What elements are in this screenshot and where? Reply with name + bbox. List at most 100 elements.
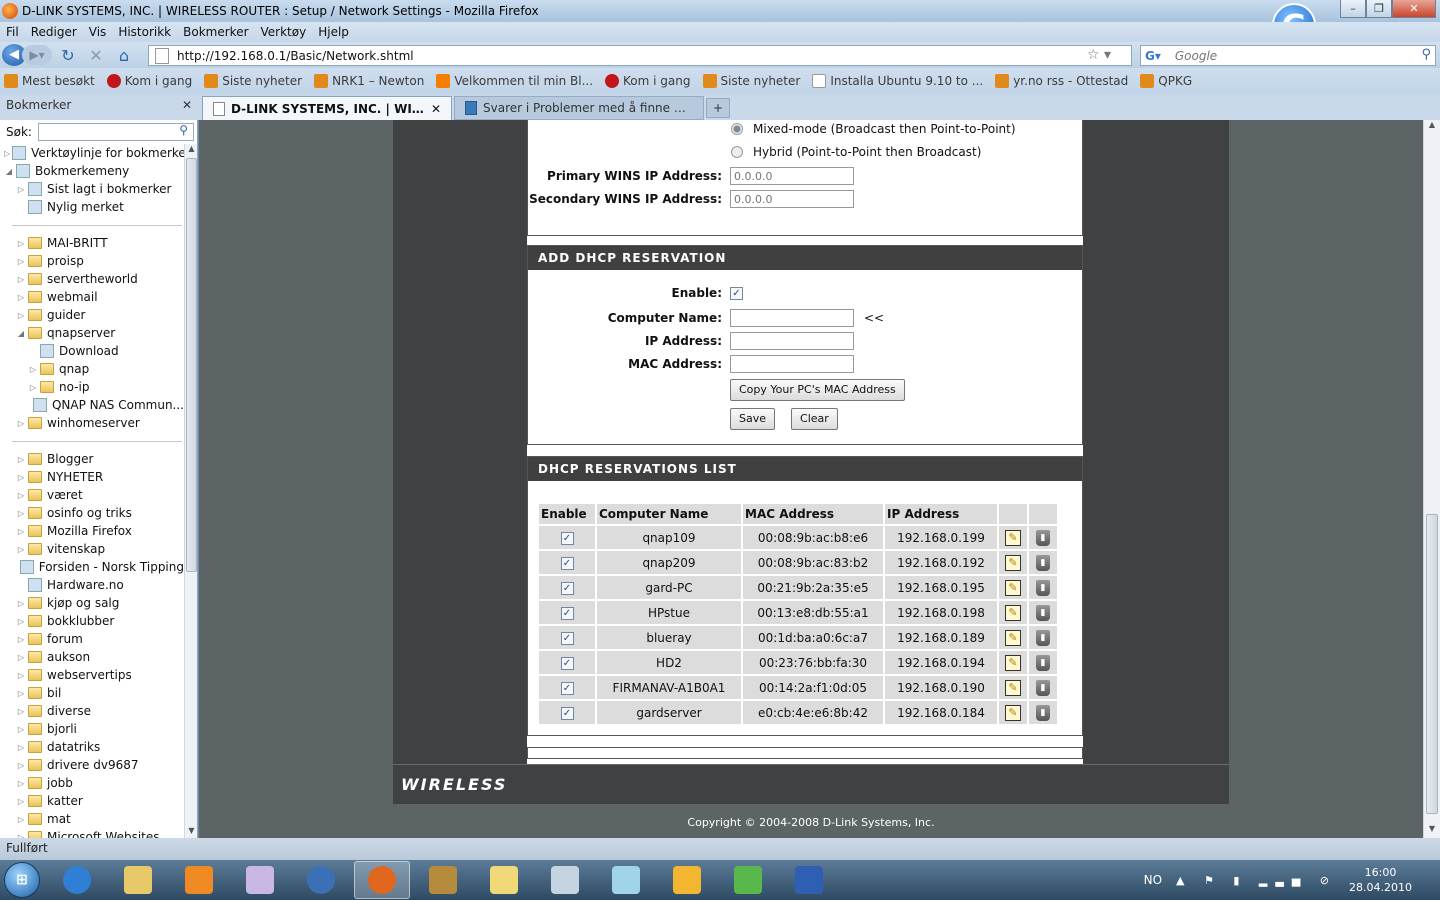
bookmark-mest-besokt[interactable]: Mest besøkt (4, 74, 95, 88)
taskbar-app-paint[interactable] (232, 861, 288, 899)
expand-arrow-icon[interactable]: ▷ (16, 671, 26, 680)
bookmark-star-icon[interactable]: ☆ ▾ (1087, 47, 1111, 63)
enable-checkbox[interactable]: ✓ (560, 707, 574, 720)
sidebar-item[interactable]: ▷ webmail (0, 288, 184, 306)
sidebar-item[interactable]: ▷ winhomeserver (0, 414, 184, 432)
sidebar-item[interactable]: ▷ kjøp og salg (0, 594, 184, 612)
sidebar-item[interactable]: ▷ jobb (0, 774, 184, 792)
taskbar-app-notes[interactable] (598, 861, 654, 899)
edit-icon[interactable]: ✎ (1005, 579, 1021, 596)
menu-fil[interactable]: Fil (6, 25, 19, 39)
taskbar-app-file-explorer[interactable] (110, 861, 166, 899)
expanded-arrow-icon[interactable]: ◢ (4, 167, 14, 176)
taskbar-app-messenger[interactable] (720, 861, 776, 899)
expand-arrow-icon[interactable]: ▷ (16, 491, 26, 500)
maximize-button[interactable]: ❐ (1366, 0, 1392, 18)
tab-svarer[interactable]: Svarer i Problemer med å finne Zyxe... (454, 96, 704, 120)
sidebar-item[interactable]: Forsiden - Norsk Tipping (0, 558, 184, 576)
menu-historikk[interactable]: Historikk (118, 25, 171, 39)
language-indicator[interactable]: NO (1144, 873, 1162, 887)
minimize-button[interactable]: – (1340, 0, 1366, 18)
sidebar-item[interactable]: ▷ qnap (0, 360, 184, 378)
sidebar-item[interactable]: ▷ Verktøylinje for bokmerker (0, 144, 184, 162)
bookmark-installa-ubuntu[interactable]: Installa Ubuntu 9.10 to ... (812, 74, 983, 88)
delete-icon[interactable]: ▮ (1036, 705, 1050, 721)
scroll-up-arrow-icon[interactable]: ▲ (1424, 120, 1440, 134)
search-input[interactable] (1174, 48, 1395, 63)
enable-checkbox[interactable]: ✓ (560, 532, 574, 545)
sidebar-item[interactable]: ▷ været (0, 486, 184, 504)
search-icon[interactable]: ⚲ (179, 123, 188, 137)
expand-arrow-icon[interactable]: ▷ (16, 617, 26, 626)
sidebar-item[interactable]: ▷ webservertips (0, 666, 184, 684)
forward-button[interactable]: ▶▾ (22, 45, 52, 65)
expand-arrow-icon[interactable]: ▷ (16, 743, 26, 752)
bookmark-siste-nyheter-2[interactable]: Siste nyheter (702, 74, 800, 88)
expand-arrow-icon[interactable]: ▷ (16, 275, 26, 284)
scroll-down-arrow-icon[interactable]: ▼ (185, 826, 197, 838)
sidebar-item[interactable]: ▷ drivere dv9687 (0, 756, 184, 774)
search-engine-selector[interactable]: G▾ (1145, 49, 1161, 63)
mac-address-input[interactable] (730, 355, 854, 373)
expand-arrow-icon[interactable]: ▷ (16, 761, 26, 770)
expand-arrow-icon[interactable]: ▷ (16, 527, 26, 536)
sidebar-item[interactable]: ▷ guider (0, 306, 184, 324)
sidebar-item[interactable]: ▷ no-ip (0, 378, 184, 396)
stop-button[interactable]: ✕ (84, 46, 108, 65)
ip-address-input[interactable] (730, 332, 854, 350)
taskbar-app-calculator[interactable] (537, 861, 593, 899)
expand-arrow-icon[interactable]: ▷ (16, 725, 26, 734)
sidebar-item[interactable]: Nylig merket (0, 198, 184, 216)
sidebar-item[interactable]: ▷ bil (0, 684, 184, 702)
expand-arrow-icon[interactable]: ▷ (16, 599, 26, 608)
page-scrollbar[interactable]: ▲ ▼ (1423, 120, 1440, 838)
bookmark-nrk1-newton[interactable]: NRK1 – Newton (314, 74, 424, 88)
delete-icon[interactable]: ▮ (1036, 605, 1050, 621)
bookmark-siste-nyheter[interactable]: Siste nyheter (204, 74, 302, 88)
delete-icon[interactable]: ▮ (1036, 680, 1050, 696)
sidebar-item[interactable]: ◢ Bokmerkemeny (0, 162, 184, 180)
sidebar-item[interactable]: ◢ qnapserver (0, 324, 184, 342)
tray-icons[interactable]: ▲ ⚑ ▮ ▂▃▅ ⊘ (1176, 874, 1337, 887)
clock[interactable]: 16:00 28.04.2010 (1349, 865, 1412, 895)
computer-name-select-arrow[interactable]: << (864, 311, 884, 325)
menu-bokmerker[interactable]: Bokmerker (183, 25, 248, 39)
expand-arrow-icon[interactable]: ▷ (16, 311, 26, 320)
edit-icon[interactable]: ✎ (1005, 529, 1021, 546)
expand-arrow-icon[interactable]: ▷ (28, 383, 38, 392)
reload-button[interactable]: ↻ (56, 46, 80, 65)
expand-arrow-icon[interactable]: ▷ (16, 779, 26, 788)
enable-checkbox[interactable]: ✓ (560, 582, 574, 595)
edit-icon[interactable]: ✎ (1005, 704, 1021, 721)
delete-icon[interactable]: ▮ (1036, 580, 1050, 596)
expand-arrow-icon[interactable]: ▷ (16, 545, 26, 554)
sidebar-close-button[interactable]: ✕ (182, 98, 192, 116)
secondary-wins-input[interactable] (730, 190, 854, 208)
sidebar-search-input[interactable] (37, 123, 194, 141)
sidebar-item[interactable]: ▷ MAI-BRITT (0, 234, 184, 252)
sidebar-item[interactable]: ▷ servertheworld (0, 270, 184, 288)
search-bar[interactable]: G▾ ⚲ (1140, 45, 1436, 66)
home-button[interactable]: ⌂ (112, 46, 136, 65)
taskbar-app-word[interactable] (781, 861, 837, 899)
url-bar[interactable]: http://192.168.0.1/Basic/Network.shtml ☆… (148, 45, 1132, 66)
sidebar-item[interactable]: ▷ Microsoft Websites (0, 828, 184, 838)
bookmark-velkommen[interactable]: Velkommen til min Bl... (436, 74, 593, 88)
sidebar-item[interactable]: ▷ Sist lagt i bokmerker (0, 180, 184, 198)
computer-name-input[interactable] (730, 309, 854, 327)
delete-icon[interactable]: ▮ (1036, 655, 1050, 671)
start-button[interactable]: ⊞ (0, 860, 44, 900)
sidebar-item[interactable]: ▷ mat (0, 810, 184, 828)
expand-arrow-icon[interactable]: ▷ (16, 419, 26, 428)
url-text[interactable]: http://192.168.0.1/Basic/Network.shtml (177, 49, 414, 63)
expand-arrow-icon[interactable]: ▷ (16, 473, 26, 482)
sidebar-item[interactable]: ▷ bjorli (0, 720, 184, 738)
scrollbar-thumb[interactable] (1426, 514, 1438, 814)
enable-checkbox[interactable]: ✓ (560, 657, 574, 670)
sidebar-item[interactable]: ▷ proisp (0, 252, 184, 270)
expand-arrow-icon[interactable]: ▷ (16, 257, 26, 266)
copy-mac-button[interactable]: Copy Your PC's MAC Address (730, 379, 905, 401)
expand-arrow-icon[interactable]: ▷ (16, 689, 26, 698)
sidebar-item[interactable]: ▷ katter (0, 792, 184, 810)
menu-hjelp[interactable]: Hjelp (318, 25, 349, 39)
